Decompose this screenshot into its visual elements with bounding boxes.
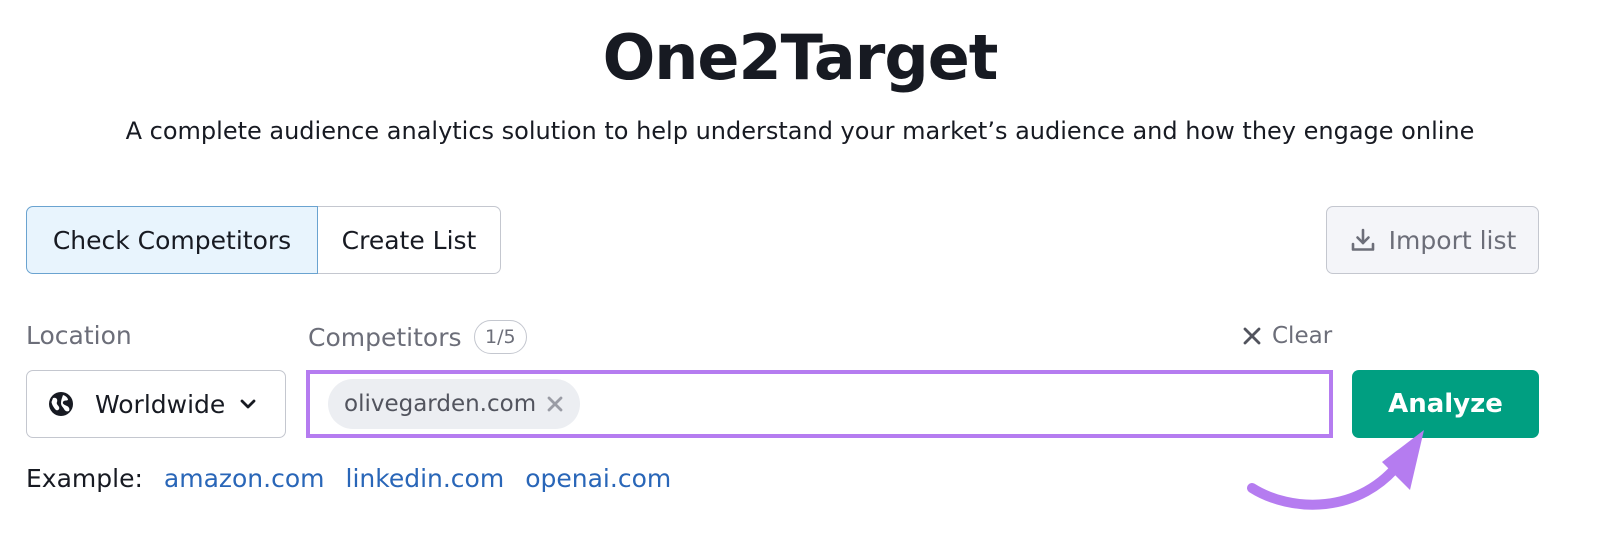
download-icon: [1349, 226, 1377, 254]
examples-label: Example:: [26, 464, 143, 493]
close-icon: [1242, 326, 1262, 346]
chevron-down-icon: [239, 395, 257, 413]
competitor-chip: olivegarden.com: [328, 379, 581, 429]
example-link-openai[interactable]: openai.com: [525, 462, 671, 496]
location-value: Worldwide: [95, 389, 226, 419]
tab-check-competitors[interactable]: Check Competitors: [26, 206, 318, 274]
import-list-label: Import list: [1388, 225, 1517, 255]
globe-icon: [47, 390, 75, 418]
examples-row: Example: amazon.com linkedin.com openai.…: [26, 462, 692, 496]
location-label: Location: [26, 321, 132, 350]
clear-label: Clear: [1272, 323, 1333, 349]
competitor-chip-label: olivegarden.com: [344, 391, 537, 417]
competitors-input[interactable]: olivegarden.com: [306, 370, 1333, 438]
pointer-arrow-icon: [1247, 430, 1424, 510]
page-subtitle: A complete audience analytics solution t…: [125, 117, 1475, 145]
competitors-label: Competitors: [308, 323, 462, 352]
import-list-button[interactable]: Import list: [1326, 206, 1539, 274]
page-title: One2Target: [602, 21, 999, 94]
example-link-amazon[interactable]: amazon.com: [164, 462, 325, 496]
tab-create-list[interactable]: Create List: [318, 206, 501, 274]
example-link-linkedin[interactable]: linkedin.com: [346, 462, 505, 496]
location-select[interactable]: Worldwide: [26, 370, 286, 438]
mode-tabs: Check Competitors Create List: [26, 206, 501, 274]
remove-chip-icon[interactable]: [546, 395, 564, 413]
clear-button[interactable]: Clear: [1242, 320, 1332, 352]
competitors-count-badge: 1/5: [474, 320, 527, 354]
